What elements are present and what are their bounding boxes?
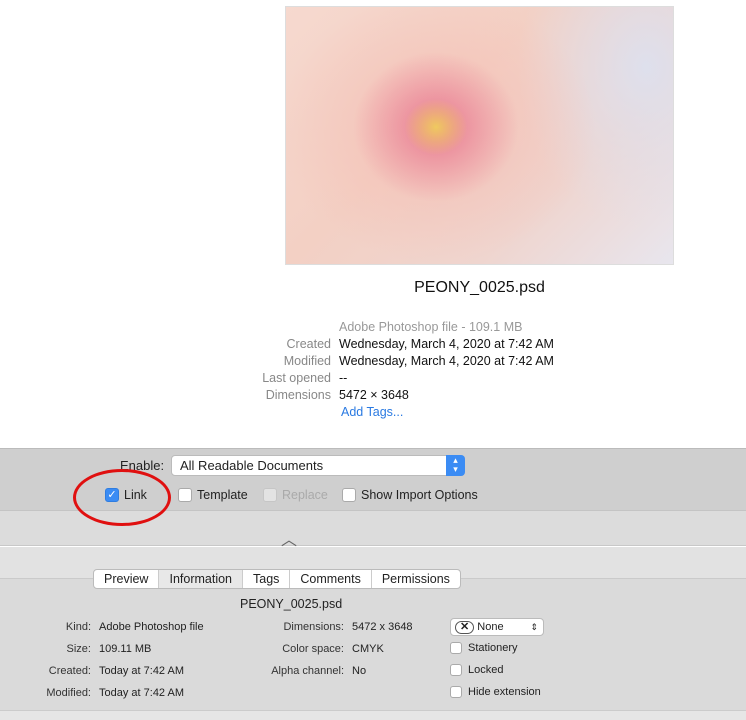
show-import-options-checkbox[interactable]: Show Import Options [342, 487, 478, 503]
color-space-label: Color space: [282, 643, 344, 655]
label: Created [286, 337, 331, 351]
label: Replace [282, 488, 328, 502]
info-row-last-opened: Last opened -- [0, 371, 746, 388]
preview-filename: PEONY_0025.psd [414, 279, 545, 296]
label: Locked [468, 664, 504, 676]
replace-checkbox: Replace [263, 487, 328, 503]
value: Wednesday, March 4, 2020 at 7:42 AM [339, 337, 554, 351]
info-row-modified: Modified Wednesday, March 4, 2020 at 7:42… [0, 354, 746, 371]
stepper-icon: ▴ ▾ [446, 455, 465, 476]
value: -- [339, 371, 348, 385]
info-filename: PEONY_0025.psd [240, 597, 343, 611]
label-select-value: None [477, 621, 504, 633]
annotation-circle [73, 469, 171, 526]
file-preview-image [285, 6, 674, 265]
value: Wednesday, March 4, 2020 at 7:42 AM [339, 354, 554, 368]
color-space-value: CMYK [352, 643, 384, 655]
modified-value: Today at 7:42 AM [99, 687, 184, 699]
stepper-icon: ⇕ [530, 622, 538, 632]
kind-value: Adobe Photoshop file [99, 621, 204, 633]
tab-comments[interactable]: Comments [290, 570, 372, 588]
kind-size-line: Adobe Photoshop file - 109.1 MB [339, 320, 523, 334]
checkbox-icon [450, 642, 462, 654]
enable-select[interactable]: All Readable Documents ▴ ▾ [171, 455, 465, 476]
checkbox-icon [450, 686, 462, 698]
clear-icon: ✕ [455, 621, 475, 634]
checkbox-icon [263, 488, 277, 502]
template-checkbox[interactable]: Template [178, 487, 248, 503]
created-label: Created: [48, 665, 91, 677]
info-row-dimensions: Dimensions 5472 × 3648 [0, 388, 746, 405]
checkbox-icon [178, 488, 192, 502]
label: Last opened [262, 371, 331, 385]
alpha-channel-label: Alpha channel: [271, 665, 344, 677]
label-color-select[interactable]: ✕ None ⇕ [450, 618, 544, 636]
tab-permissions[interactable]: Permissions [372, 570, 460, 588]
checkbox-icon [342, 488, 356, 502]
created-value: Today at 7:42 AM [99, 665, 184, 677]
kind-label: Kind: [65, 621, 91, 633]
size-label: Size: [66, 643, 91, 655]
dimensions-label: Dimensions: [283, 621, 344, 633]
alpha-channel-value: No [352, 665, 367, 677]
tab-bar: Preview Information Tags Comments Permis… [93, 569, 461, 589]
checkbox-icon [450, 664, 462, 676]
locked-checkbox[interactable]: Locked [450, 664, 503, 676]
chevron-up-icon[interactable]: ︿ [281, 526, 297, 550]
info-row-created: Created Wednesday, March 4, 2020 at 7:42 … [0, 337, 746, 354]
size-value: 109.11 MB [99, 643, 152, 655]
label: Modified [283, 354, 331, 368]
tab-preview[interactable]: Preview [94, 570, 160, 588]
label: Template [197, 488, 248, 502]
tab-information[interactable]: Information [159, 570, 243, 588]
bottom-strip [0, 710, 746, 720]
enable-value: All Readable Documents [180, 458, 324, 473]
add-tags-link[interactable]: Add Tags... [341, 405, 403, 419]
label: Dimensions [265, 388, 331, 402]
label: Show Import Options [361, 488, 478, 502]
label: Hide extension [468, 686, 541, 698]
stationery-checkbox[interactable]: Stationery [450, 642, 518, 654]
tab-tags[interactable]: Tags [243, 570, 291, 588]
hide-extension-checkbox[interactable]: Hide extension [450, 686, 541, 698]
label: Stationery [468, 642, 518, 654]
value: 5472 × 3648 [339, 388, 409, 402]
dimensions-value: 5472 x 3648 [352, 621, 413, 633]
modified-label: Modified: [46, 687, 91, 699]
